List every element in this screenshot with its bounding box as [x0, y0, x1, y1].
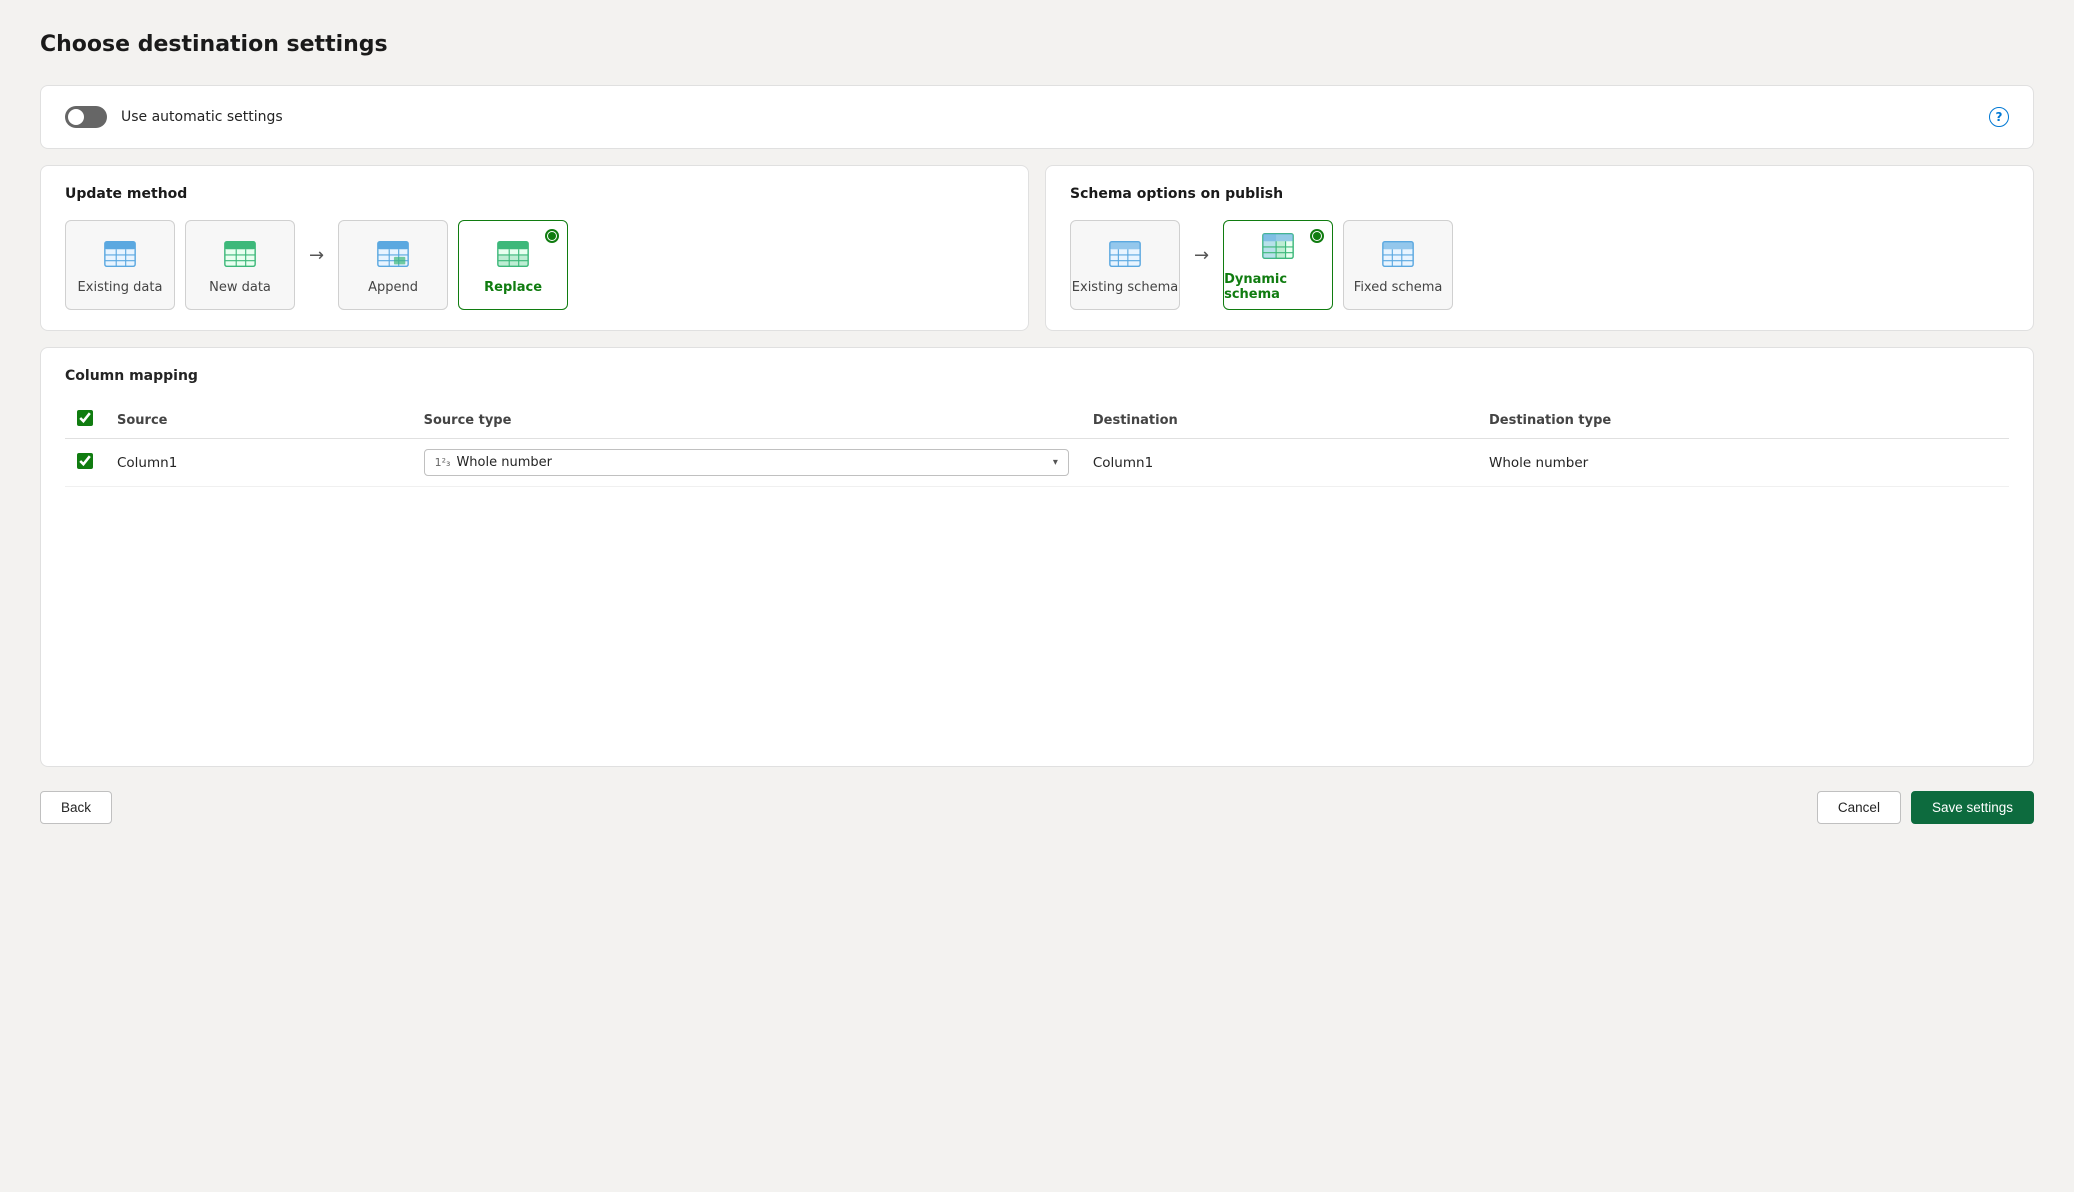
source-type-select[interactable]: 1²₃ Whole number ▾ — [424, 449, 1069, 476]
fixed-schema-label: Fixed schema — [1354, 280, 1443, 295]
col-header-source: Source — [105, 402, 412, 439]
col-header-destination: Destination — [1081, 402, 1477, 439]
option-fixed-schema[interactable]: Fixed schema — [1343, 220, 1453, 310]
option-new-data[interactable]: New data — [185, 220, 295, 310]
table-row: Column1 1²₃ Whole number ▾ Column1 Whole… — [65, 439, 2009, 487]
schema-options-options: Existing schema → Dynamic schema — [1070, 220, 2009, 310]
replace-label: Replace — [484, 280, 542, 295]
option-dynamic-schema[interactable]: Dynamic schema — [1223, 220, 1333, 310]
schema-options-panel: Schema options on publish Existing schem… — [1045, 165, 2034, 331]
chevron-down-icon: ▾ — [1053, 457, 1058, 468]
new-data-label: New data — [209, 280, 271, 295]
row-destination-type: Whole number — [1477, 439, 2009, 487]
arrow-separator-2: → — [1194, 245, 1209, 266]
option-existing-data[interactable]: Existing data — [65, 220, 175, 310]
column-mapping-table: Source Source type Destination Destinati… — [65, 402, 2009, 487]
help-icon[interactable]: ? — [1989, 107, 2009, 127]
column-mapping-card: Column mapping Source Source type Destin… — [40, 347, 2034, 767]
col-header-destination-type: Destination type — [1477, 402, 2009, 439]
existing-schema-label: Existing schema — [1072, 280, 1178, 295]
row-source-type-cell: 1²₃ Whole number ▾ — [412, 439, 1081, 487]
back-button[interactable]: Back — [40, 791, 112, 824]
option-existing-schema[interactable]: Existing schema — [1070, 220, 1180, 310]
update-method-panel: Update method Existing data — [40, 165, 1029, 331]
cancel-button[interactable]: Cancel — [1817, 791, 1901, 824]
row-checkbox-cell — [65, 439, 105, 487]
schema-options-title: Schema options on publish — [1070, 186, 2009, 202]
option-append[interactable]: Append — [338, 220, 448, 310]
page-title: Choose destination settings — [40, 32, 2034, 57]
existing-data-label: Existing data — [78, 280, 163, 295]
row-source: Column1 — [105, 439, 412, 487]
save-settings-button[interactable]: Save settings — [1911, 791, 2034, 824]
col-header-source-type: Source type — [412, 402, 1081, 439]
btn-group-right: Cancel Save settings — [1817, 791, 2034, 824]
row-destination: Column1 — [1081, 439, 1477, 487]
arrow-separator-1: → — [309, 245, 324, 266]
column-mapping-header-row: Source Source type Destination Destinati… — [65, 402, 2009, 439]
auto-settings-toggle[interactable] — [65, 106, 107, 128]
auto-settings-row: Use automatic settings ? — [41, 86, 2033, 148]
two-panel-row: Update method Existing data — [40, 165, 2034, 331]
type-prefix: 1²₃ — [435, 456, 451, 469]
update-method-title: Update method — [65, 186, 1004, 202]
select-all-checkbox[interactable] — [77, 410, 93, 426]
dynamic-schema-label: Dynamic schema — [1224, 272, 1332, 302]
auto-settings-label: Use automatic settings — [121, 109, 283, 125]
option-replace[interactable]: Replace — [458, 220, 568, 310]
bottom-bar: Back Cancel Save settings — [40, 783, 2034, 824]
col-header-checkbox — [65, 402, 105, 439]
auto-settings-card: Use automatic settings ? — [40, 85, 2034, 149]
source-group: Existing data New data — [65, 220, 295, 310]
auto-settings-left: Use automatic settings — [65, 106, 283, 128]
append-label: Append — [368, 280, 418, 295]
source-type-label: Whole number — [456, 455, 552, 470]
column-mapping-title: Column mapping — [65, 368, 2009, 384]
row-checkbox[interactable] — [77, 453, 93, 469]
update-method-options: Existing data New data → — [65, 220, 1004, 310]
